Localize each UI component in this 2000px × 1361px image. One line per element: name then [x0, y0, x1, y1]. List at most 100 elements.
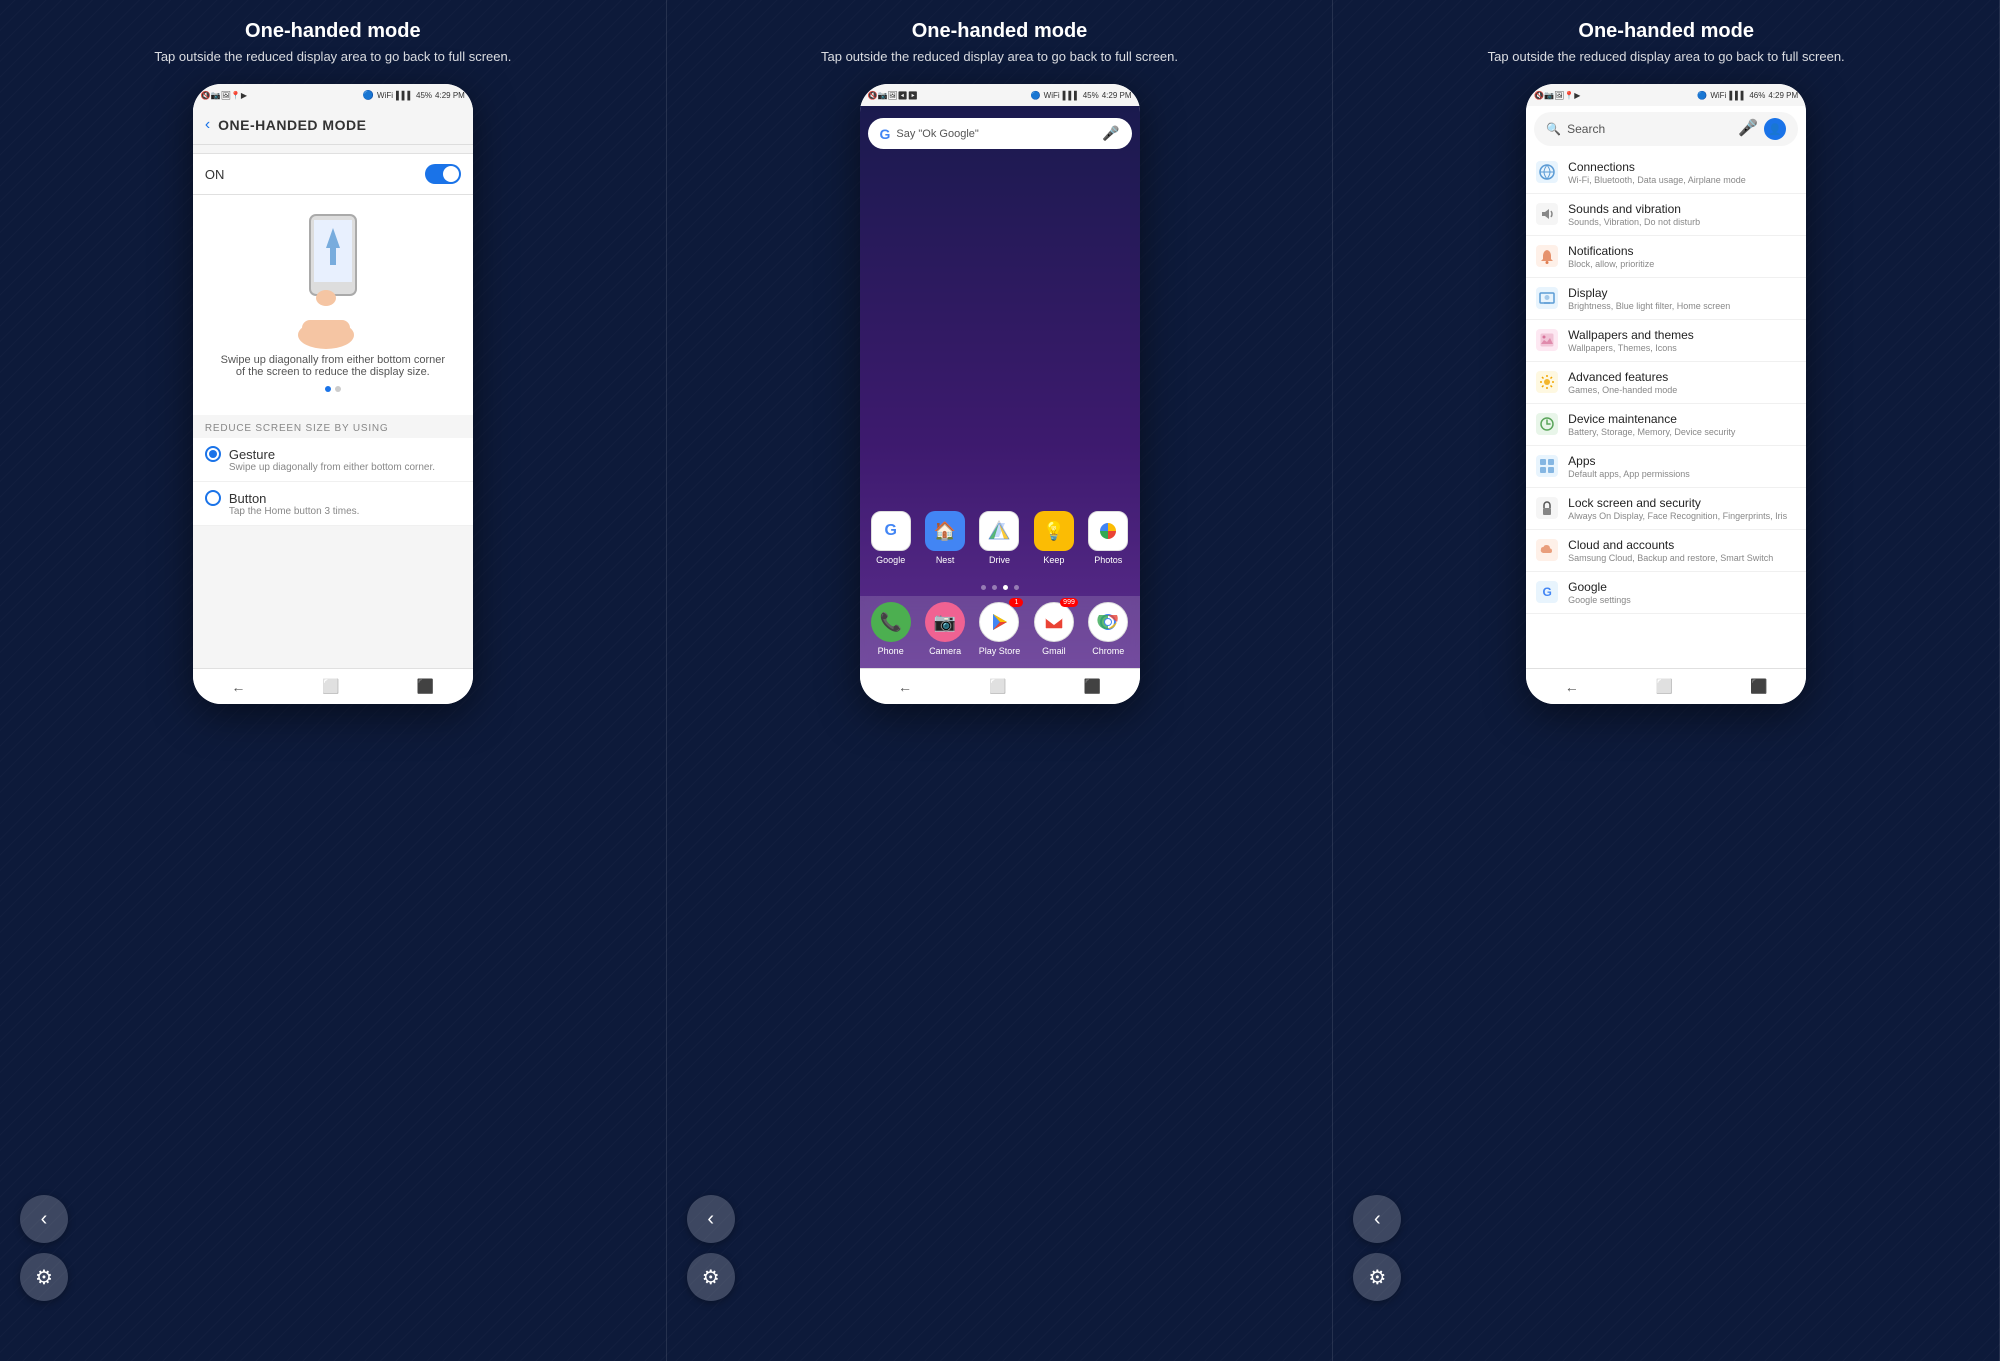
sounds-text: Sounds and vibration Sounds, Vibration, … — [1568, 202, 1796, 227]
settings-cloud[interactable]: Cloud and accounts Samsung Cloud, Backup… — [1526, 530, 1806, 572]
nav-home-2[interactable]: ⬜ — [989, 678, 1006, 695]
nav-bar-3: ← ⬜ ⬛ — [1526, 668, 1806, 704]
settings-circle-btn-1[interactable]: ⚙ — [20, 1253, 68, 1301]
settings-advanced[interactable]: Advanced features Games, One-handed mode — [1526, 362, 1806, 404]
toggle-switch[interactable] — [425, 164, 461, 184]
device-desc: Battery, Storage, Memory, Device securit… — [1568, 427, 1796, 437]
g-logo: G — [880, 126, 891, 142]
dock-phone[interactable]: 📞 Phone — [867, 602, 915, 656]
google-settings-desc: Google settings — [1568, 595, 1796, 605]
status-left-3: 🔇📷🖼📍▶ — [1534, 91, 1580, 100]
signal-icon-1: ▌▌▌ — [396, 91, 413, 100]
status-left-2: 🔇📷🖼◀▶ — [868, 91, 918, 100]
nav-recent-2[interactable]: ⬛ — [1084, 678, 1101, 695]
back-circle-btn-3[interactable]: ‹ — [1353, 1195, 1401, 1243]
gesture-radio[interactable] — [205, 446, 221, 462]
dock-playstore[interactable]: 1 Play Store — [975, 602, 1023, 656]
settings-lock-screen[interactable]: Lock screen and security Always On Displ… — [1526, 488, 1806, 530]
one-handed-title: ONE-HANDED MODE — [218, 117, 366, 133]
wallpapers-icon — [1536, 329, 1558, 351]
gmail-wrapper: 999 — [1034, 602, 1074, 646]
nav-back-2[interactable]: ← — [898, 679, 912, 695]
settings-device-maintenance[interactable]: Device maintenance Battery, Storage, Mem… — [1526, 404, 1806, 446]
home-dot-1 — [981, 585, 986, 590]
mic-icon-settings[interactable]: 🎤 — [1738, 118, 1758, 140]
settings-connections[interactable]: Connections Wi-Fi, Bluetooth, Data usage… — [1526, 152, 1806, 194]
settings-circle-btn-3[interactable]: ⚙ — [1353, 1253, 1401, 1301]
settings-search-actions: 🎤 👤 — [1738, 118, 1786, 140]
nest-icon: 🏠 — [925, 511, 965, 551]
status-right-1: 🔵 WiFi ▌▌▌ 45% 4:29 PM — [363, 90, 465, 101]
app-grid: G Google 🏠 Nest Drive — [860, 503, 1140, 579]
playstore-dock-icon — [979, 602, 1019, 642]
app-drive[interactable]: Drive — [975, 511, 1023, 565]
nav-recent-1[interactable]: ⬛ — [417, 678, 434, 695]
app-photos[interactable]: Photos — [1084, 511, 1132, 565]
time-3: 4:29 PM — [1768, 91, 1798, 100]
status-icons-2: 🔇📷🖼◀▶ — [868, 91, 918, 100]
dock-gmail[interactable]: 999 Gmail — [1030, 602, 1078, 656]
home-page-dots — [860, 579, 1140, 596]
connections-title: Connections — [1568, 160, 1796, 174]
google-search-bar[interactable]: G Say "Ok Google" 🎤 — [868, 118, 1132, 149]
camera-dock-icon: 📷 — [925, 602, 965, 642]
bottom-actions-2: ‹ ⚙ — [667, 1195, 1333, 1301]
advanced-desc: Games, One-handed mode — [1568, 385, 1796, 395]
panel-3-subtitle: Tap outside the reduced display area to … — [1468, 49, 1865, 64]
settings-notifications[interactable]: Notifications Block, allow, prioritize — [1526, 236, 1806, 278]
settings-sounds[interactable]: Sounds and vibration Sounds, Vibration, … — [1526, 194, 1806, 236]
button-option[interactable]: Button Tap the Home button 3 times. — [193, 482, 473, 526]
settings-circle-btn-2[interactable]: ⚙ — [687, 1253, 735, 1301]
illustration-area: Swipe up diagonally from either bottom c… — [193, 195, 473, 415]
panel-1-subtitle: Tap outside the reduced display area to … — [134, 49, 531, 64]
nest-label: Nest — [936, 555, 955, 565]
mic-icon-home[interactable]: 🎤 — [1102, 125, 1119, 142]
dock-camera[interactable]: 📷 Camera — [921, 602, 969, 656]
google-label: Google — [876, 555, 905, 565]
dock-chrome[interactable]: Chrome — [1084, 602, 1132, 656]
app-keep[interactable]: 💡 Keep — [1030, 511, 1078, 565]
settings-display[interactable]: Display Brightness, Blue light filter, H… — [1526, 278, 1806, 320]
back-circle-btn-1[interactable]: ‹ — [20, 1195, 68, 1243]
connections-text: Connections Wi-Fi, Bluetooth, Data usage… — [1568, 160, 1796, 185]
display-icon — [1536, 287, 1558, 309]
app-nest[interactable]: 🏠 Nest — [921, 511, 969, 565]
lock-title: Lock screen and security — [1568, 496, 1796, 510]
nav-home-1[interactable]: ⬜ — [322, 678, 339, 695]
settings-content-1: ‹ ONE-HANDED MODE ON — [193, 106, 473, 668]
wifi-icon-1: WiFi — [377, 91, 393, 100]
photos-icon — [1088, 511, 1128, 551]
avatar-settings[interactable]: 👤 — [1764, 118, 1786, 140]
settings-google[interactable]: G Google Google settings — [1526, 572, 1806, 614]
notifications-desc: Block, allow, prioritize — [1568, 259, 1796, 269]
button-radio[interactable] — [205, 490, 221, 506]
sounds-desc: Sounds, Vibration, Do not disturb — [1568, 217, 1796, 227]
back-circle-btn-2[interactable]: ‹ — [687, 1195, 735, 1243]
nav-home-3[interactable]: ⬜ — [1656, 678, 1673, 695]
gesture-option[interactable]: Gesture Swipe up diagonally from either … — [193, 438, 473, 482]
back-arrow-1[interactable]: ‹ — [205, 116, 210, 134]
connections-desc: Wi-Fi, Bluetooth, Data usage, Airplane m… — [1568, 175, 1796, 185]
home-dot-3 — [1003, 585, 1008, 590]
playstore-dock-label: Play Store — [979, 646, 1021, 656]
phone-frame-1: 🔇📷🖼📍▶ 🔵 WiFi ▌▌▌ 45% 4:29 PM ‹ ONE-HANDE… — [193, 84, 473, 704]
settings-header-1: ‹ ONE-HANDED MODE — [193, 106, 473, 145]
nav-back-1[interactable]: ← — [231, 679, 245, 695]
wifi-icon-2: WiFi — [1044, 91, 1060, 100]
button-desc: Tap the Home button 3 times. — [229, 506, 461, 517]
gmail-dock-icon — [1034, 602, 1074, 642]
app-google[interactable]: G Google — [867, 511, 915, 565]
status-left-1: 🔇📷🖼📍▶ — [201, 91, 247, 100]
nav-recent-3[interactable]: ⬛ — [1750, 678, 1767, 695]
settings-search-bar[interactable]: 🔍 Search 🎤 👤 — [1534, 112, 1798, 146]
settings-apps[interactable]: Apps Default apps, App permissions — [1526, 446, 1806, 488]
nav-back-3[interactable]: ← — [1565, 679, 1579, 695]
dots-indicator — [325, 386, 341, 392]
chrome-dock-label: Chrome — [1092, 646, 1124, 656]
status-right-3: 🔵 WiFi ▌▌▌ 46% 4:29 PM — [1697, 91, 1798, 100]
settings-wallpapers[interactable]: Wallpapers and themes Wallpapers, Themes… — [1526, 320, 1806, 362]
bluetooth-icon-1: 🔵 — [363, 90, 374, 101]
dock-bar: 📞 Phone 📷 Camera 1 — [860, 596, 1140, 668]
connections-icon — [1536, 161, 1558, 183]
home-dot-2 — [992, 585, 997, 590]
